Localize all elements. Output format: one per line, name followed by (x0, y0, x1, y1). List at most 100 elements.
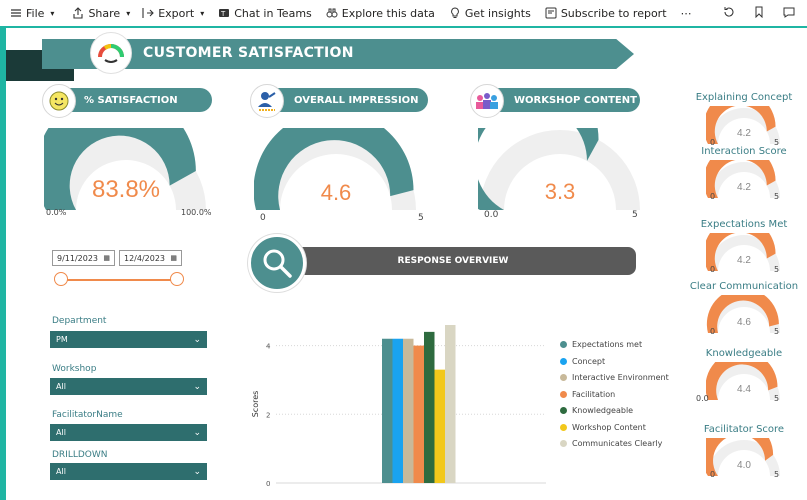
date-range-end-handle[interactable] (170, 272, 184, 286)
bookmark-icon[interactable] (753, 6, 765, 18)
legend-item[interactable]: Workshop Content (560, 423, 646, 432)
y-axis-label: Scores (251, 391, 260, 418)
side-gauge-title: Interaction Score (701, 146, 787, 157)
gauge-max-label: 5 (774, 327, 780, 336)
export-label: Export (158, 6, 195, 20)
legend-item[interactable]: Interactive Environment (560, 373, 669, 382)
kpi-value: 3.3 (544, 179, 576, 204)
slicer-label: FacilitatorName (52, 410, 123, 420)
file-menu[interactable]: File ▾ (10, 7, 54, 20)
share-menu[interactable]: Share ▾ (72, 7, 130, 20)
svg-text:T: T (220, 10, 226, 18)
slicer-label: Department (52, 316, 107, 326)
side-gauge-title: Expectations Met (700, 219, 788, 230)
export-icon (142, 8, 154, 18)
slicer-dropdown[interactable]: PM ⌄ (50, 331, 207, 348)
card-title-pill: WORKSHOP CONTENT (484, 88, 640, 112)
side-gauge-title: Knowledgeable (705, 348, 783, 359)
more-options-button[interactable]: ⋯ (681, 7, 692, 20)
legend-item[interactable]: Knowledgeable (560, 406, 633, 415)
explore-label: Explore this data (341, 6, 435, 20)
bar-facilitation[interactable] (413, 345, 425, 483)
legend-label: Workshop Content (572, 422, 646, 432)
satisfaction-meter-icon (90, 32, 132, 74)
magnifier-badge (248, 234, 306, 292)
smiley-icon (42, 84, 76, 118)
slicer-dropdown[interactable]: All ⌄ (50, 424, 207, 441)
kpi-value: 4.6 (320, 180, 352, 205)
explore-data-button[interactable]: Explore this data (326, 7, 435, 20)
gauge-min-label: 0 (710, 192, 716, 201)
bar-expectations-met[interactable] (382, 338, 393, 483)
report-toolbar: File ▾ Share ▾ Export ▾ T Chat in Teams Exp… (0, 0, 807, 26)
legend-swatch (560, 390, 567, 398)
file-label: File (26, 6, 45, 20)
binoculars-icon (326, 8, 338, 18)
date-range-track (62, 279, 178, 281)
group-people-icon (470, 84, 504, 118)
legend-item[interactable]: Facilitation (560, 390, 615, 399)
card-title: % SATISFACTION (84, 94, 178, 106)
card-title-pill: OVERALL IMPRESSION (264, 88, 428, 112)
share-icon (73, 7, 83, 19)
more-label: ⋯ (680, 6, 692, 20)
gauge-min-label: 0.0 (696, 394, 709, 403)
chevron-down-icon: ▾ (200, 8, 205, 18)
slicer-value: PM (56, 335, 68, 344)
get-insights-button[interactable]: Get insights (449, 7, 531, 20)
teams-icon: T (219, 9, 230, 18)
bar-interactive-environment[interactable] (403, 338, 414, 483)
legend-label: Knowledgeable (572, 406, 634, 415)
share-label: Share (88, 6, 121, 20)
gauge-max-label: 5 (774, 470, 780, 479)
insights-label: Get insights (464, 6, 531, 20)
bar-workshop-content[interactable] (434, 369, 446, 483)
bar-knowledgeable[interactable] (424, 331, 435, 483)
comment-icon[interactable] (783, 6, 795, 18)
side-gauge-title: Facilitator Score (703, 424, 785, 435)
legend-swatch (560, 440, 567, 447)
gauge-max-label: 5 (774, 192, 780, 201)
legend-item[interactable]: Expectations met (560, 340, 642, 349)
slicer-label: DRILLDOWN (52, 450, 108, 460)
legend-item[interactable]: Concept (560, 357, 605, 366)
chat-in-teams-button[interactable]: T Chat in Teams (218, 7, 312, 20)
chevron-down-icon: ▾ (50, 8, 55, 18)
legend-swatch (560, 423, 567, 431)
date-range-start-handle[interactable] (54, 272, 68, 286)
side-gauge-value: 4.0 (737, 460, 751, 471)
gauge-min-label: 0.0% (46, 208, 67, 217)
y-tick-label: 4 (266, 343, 271, 351)
legend-item[interactable]: Communicates Clearly (560, 439, 662, 448)
card-title: OVERALL IMPRESSION (294, 94, 419, 106)
page-title: CUSTOMER SATISFACTION (143, 45, 354, 61)
slicer-dropdown[interactable]: All ⌄ (50, 463, 207, 480)
slicer-label: Workshop (52, 364, 97, 374)
side-gauge-title: Explaining Concept (695, 92, 793, 103)
hamburger-icon (11, 9, 21, 17)
reset-icon[interactable] (723, 6, 735, 18)
export-menu[interactable]: Export ▾ (142, 7, 204, 20)
slicer-dropdown[interactable]: All ⌄ (50, 378, 207, 395)
calendar-icon: ▦ (103, 254, 110, 262)
gauge-min-label: 0 (260, 213, 266, 223)
start-date-input[interactable]: 9/11/2023 ▦ (52, 250, 115, 266)
gauge-max-label: 5 (774, 265, 780, 274)
legend-label: Concept (572, 356, 606, 366)
card-title: WORKSHOP CONTENT (514, 94, 637, 106)
subscribe-button[interactable]: Subscribe to report (545, 7, 667, 20)
end-date-input[interactable]: 12/4/2023 ▦ (119, 250, 182, 266)
gauge-max-label: 100.0% (181, 208, 212, 217)
chevron-down-icon: ▾ (126, 8, 131, 18)
slicer-value: All (56, 428, 66, 437)
gauge-min-label: 0 (710, 265, 716, 274)
rating-person-icon (250, 84, 284, 118)
bar-concept[interactable] (392, 338, 404, 483)
legend-swatch (560, 357, 567, 365)
bar-communicates-clearly[interactable] (445, 325, 456, 483)
chevron-down-icon: ⌄ (193, 466, 201, 477)
legend-swatch (560, 407, 567, 414)
chevron-down-icon: ⌄ (193, 381, 201, 392)
report-canvas: CUSTOMER SATISFACTION % SATISFACTION 83.8… (6, 28, 807, 500)
side-gauge-value: 4.2 (737, 182, 751, 193)
